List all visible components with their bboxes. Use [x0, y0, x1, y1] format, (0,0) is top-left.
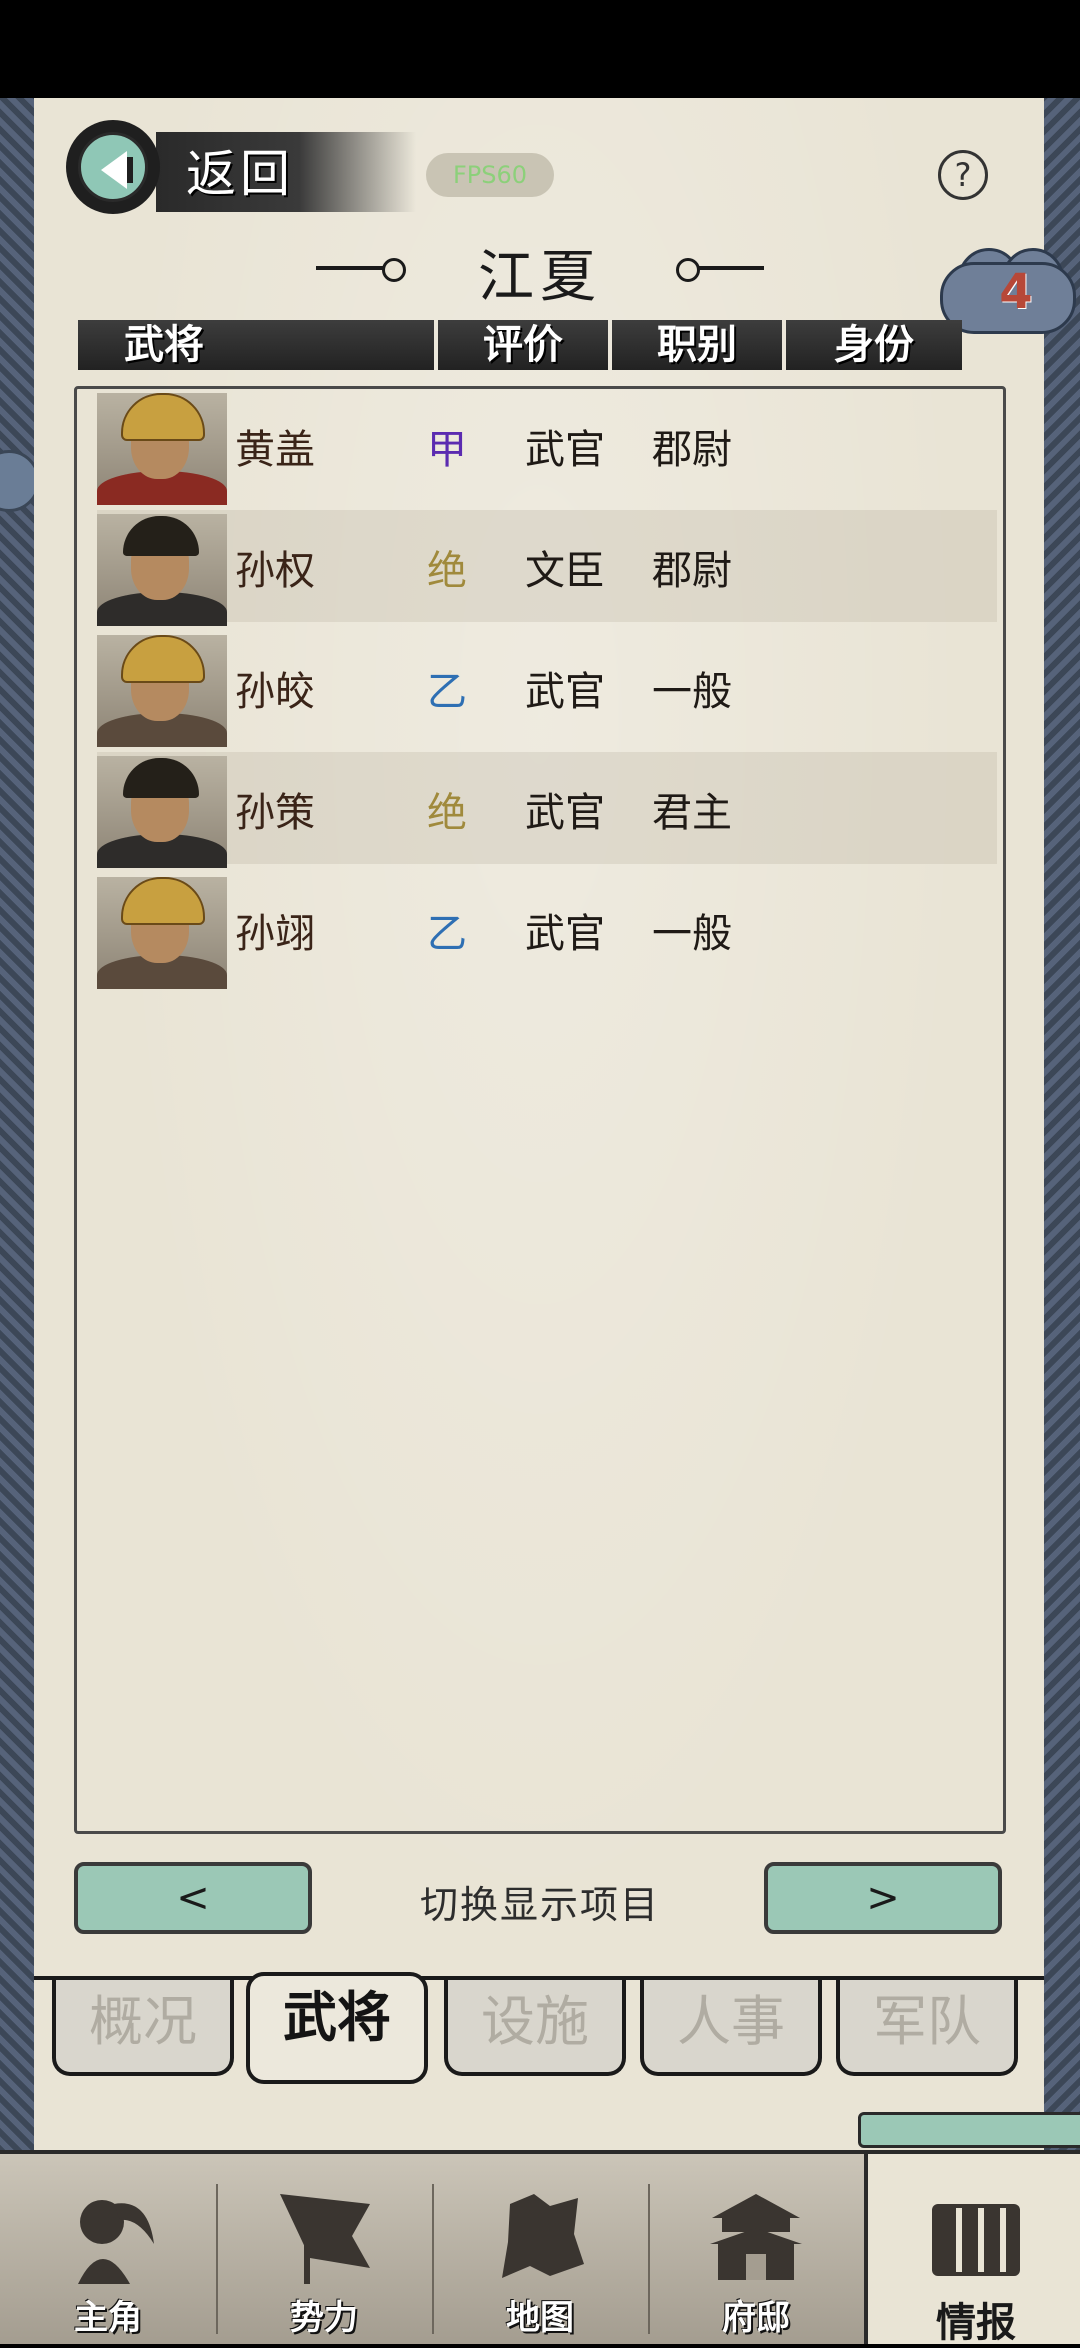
officer-grade: 乙 [427, 669, 467, 715]
back-circle-icon [66, 120, 160, 214]
scroll-icon [926, 2184, 1026, 2284]
officer-portrait [97, 756, 227, 868]
officer-role: 武官 [525, 790, 605, 836]
table-row[interactable]: 孙权 绝 文臣 郡尉 [97, 510, 997, 626]
officer-rank: 一般 [652, 669, 732, 715]
officer-grade: 绝 [427, 548, 467, 594]
nav-separator [216, 2184, 218, 2334]
header-rank: 身份 [786, 320, 962, 370]
header-role: 职别 [612, 320, 782, 370]
flag-icon [274, 2184, 374, 2284]
officer-list[interactable]: 黄盖甲武官 郡尉 孙权绝文臣 郡尉 孙皎乙武官 一般 孙策绝武官 君主 孙翊乙武官 一般 [74, 386, 1006, 1834]
back-label: 返回 [186, 145, 294, 203]
officer-grade: 乙 [427, 911, 467, 957]
hero-icon [58, 2184, 158, 2284]
next-button[interactable]: > [764, 1862, 1002, 1934]
status-bar [0, 0, 1080, 98]
back-arrow-icon [101, 151, 127, 189]
fps-indicator: FPS60 [426, 153, 554, 197]
officer-portrait [97, 635, 227, 747]
header-officer: 武将 [78, 320, 434, 370]
tab-4[interactable]: 军队 [836, 1980, 1018, 2076]
officer-name: 孙权 [235, 548, 315, 594]
nav-label: 主角 [74, 2298, 142, 2338]
nav-item-2[interactable]: 地图 [432, 2154, 648, 2344]
left-frame-border [0, 98, 40, 2153]
officer-grade: 甲 [427, 427, 467, 473]
officer-portrait [97, 877, 227, 989]
right-frame-border [1044, 98, 1080, 2153]
prev-button[interactable]: < [74, 1862, 312, 1934]
tab-1[interactable]: 武将 [246, 1972, 428, 2084]
help-icon[interactable]: ? [938, 150, 988, 200]
scroll-roller [858, 2112, 1080, 2148]
switch-display-label: 切换显示项目 [419, 1883, 660, 1927]
officer-rank: 郡尉 [652, 548, 732, 594]
table-header: 武将 评价 职别 身份 [78, 320, 978, 370]
officer-name: 孙翊 [235, 911, 315, 957]
officer-rank: 郡尉 [652, 427, 732, 473]
table-row[interactable]: 黄盖 甲 武官 郡尉 [97, 389, 997, 505]
officer-name: 孙皎 [235, 669, 315, 715]
nav-separator [432, 2184, 434, 2334]
officer-role: 武官 [525, 427, 605, 473]
tab-0[interactable]: 概况 [52, 1980, 234, 2076]
officer-role: 文臣 [525, 548, 605, 594]
table-row[interactable]: 孙策 绝 武官 君主 [97, 752, 997, 868]
nav-label: 地图 [506, 2298, 574, 2338]
officer-portrait [97, 514, 227, 626]
nav-item-1[interactable]: 势力 [216, 2154, 432, 2344]
nav-label: 势力 [290, 2298, 358, 2338]
officer-rank: 一般 [652, 911, 732, 957]
badge-count: 4 [999, 264, 1033, 320]
nav-item-0[interactable]: 主角 [0, 2154, 216, 2344]
header-grade: 评价 [438, 320, 608, 370]
officer-grade: 绝 [427, 790, 467, 836]
mansion-icon [706, 2184, 806, 2284]
nav-separator [648, 2184, 650, 2334]
city-title: 江夏 [316, 232, 764, 310]
table-row[interactable]: 孙皎 乙 武官 一般 [97, 631, 997, 747]
officer-role: 武官 [525, 911, 605, 957]
bottom-nav: 主角 势力 地图 府邸 情报 [0, 2150, 1080, 2346]
nav-item-4[interactable]: 情报 [864, 2154, 1080, 2346]
tab-3[interactable]: 人事 [640, 1980, 822, 2076]
back-button[interactable]: 返回 [66, 120, 416, 214]
table-row[interactable]: 孙翊 乙 武官 一般 [97, 873, 997, 989]
officer-role: 武官 [525, 669, 605, 715]
officer-portrait [97, 393, 227, 505]
officer-rank: 君主 [652, 790, 732, 836]
tab-2[interactable]: 设施 [444, 1980, 626, 2076]
officer-name: 黄盖 [235, 427, 315, 473]
map-icon [490, 2184, 590, 2284]
officer-name: 孙策 [235, 790, 315, 836]
nav-label: 情报 [936, 2300, 1016, 2346]
page-title: 江夏 [478, 245, 602, 310]
nav-label: 府邸 [722, 2298, 790, 2338]
nav-item-3[interactable]: 府邸 [648, 2154, 864, 2344]
